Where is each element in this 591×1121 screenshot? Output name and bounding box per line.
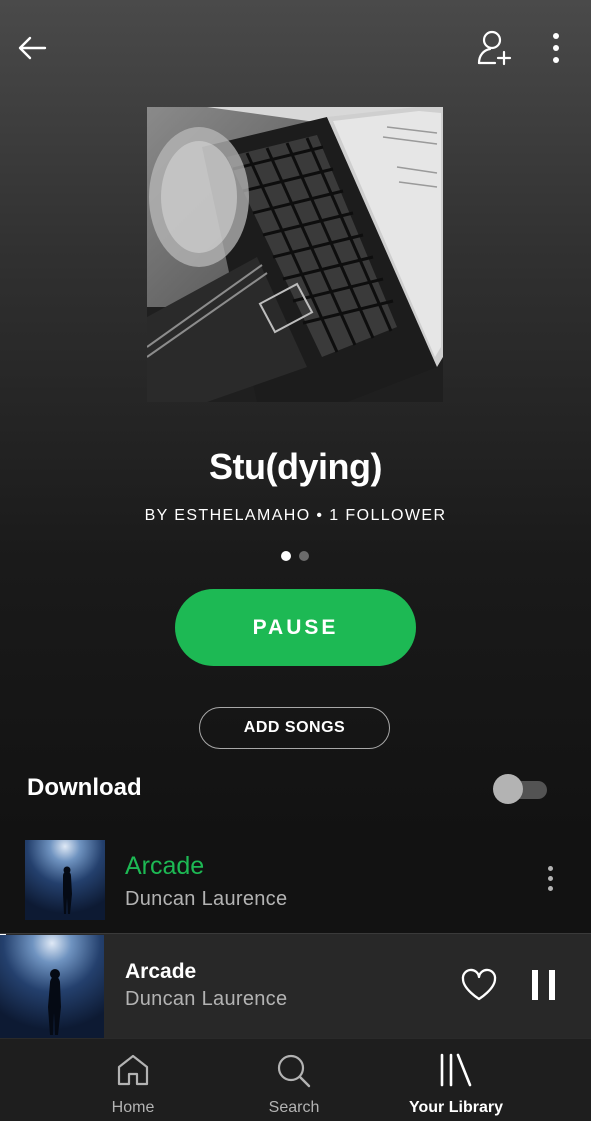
add-songs-button[interactable]: ADD SONGS: [199, 707, 390, 749]
page-dot: [299, 551, 309, 561]
page-indicator: [281, 551, 309, 561]
download-label: Download: [27, 774, 142, 801]
pause-button[interactable]: PAUSE: [175, 589, 416, 666]
bottom-navigation: Home Search Your Library: [0, 1038, 591, 1121]
track-artist[interactable]: Duncan Laurence: [125, 888, 287, 911]
track-title[interactable]: Arcade: [125, 852, 204, 881]
playlist-title: Stu(dying): [209, 446, 382, 487]
back-arrow-icon[interactable]: [14, 30, 50, 66]
more-options-icon[interactable]: [544, 28, 568, 68]
download-toggle[interactable]: [493, 774, 547, 804]
nav-item-search[interactable]: Search: [224, 1039, 364, 1121]
nav-label-search: Search: [268, 1099, 320, 1116]
track-row[interactable]: Arcade Duncan Laurence: [0, 840, 591, 920]
library-icon: [438, 1053, 474, 1092]
page-dot-active: [281, 551, 291, 561]
mini-player-album-art: [0, 935, 104, 1038]
track-more-icon[interactable]: [540, 866, 560, 896]
nav-item-home[interactable]: Home: [63, 1039, 203, 1121]
playlist-cover-image: [147, 107, 443, 402]
toggle-knob: [493, 774, 523, 804]
nav-label-your-library: Your Library: [409, 1099, 503, 1116]
heart-icon[interactable]: [460, 968, 498, 1002]
nav-item-your-library[interactable]: Your Library: [386, 1039, 526, 1121]
mini-player-title: Arcade: [125, 960, 197, 983]
playlist-byline[interactable]: BY ESTHELAMAHO • 1 FOLLOWER: [0, 507, 591, 525]
add-user-icon[interactable]: [474, 28, 514, 68]
mini-player[interactable]: Arcade Duncan Laurence: [0, 933, 591, 1038]
nav-label-home: Home: [111, 1099, 155, 1116]
home-icon: [116, 1053, 150, 1092]
mini-player-artist: Duncan Laurence: [125, 988, 288, 1010]
pause-icon[interactable]: [531, 970, 557, 1000]
album-art: [25, 840, 105, 920]
search-icon: [276, 1053, 312, 1094]
